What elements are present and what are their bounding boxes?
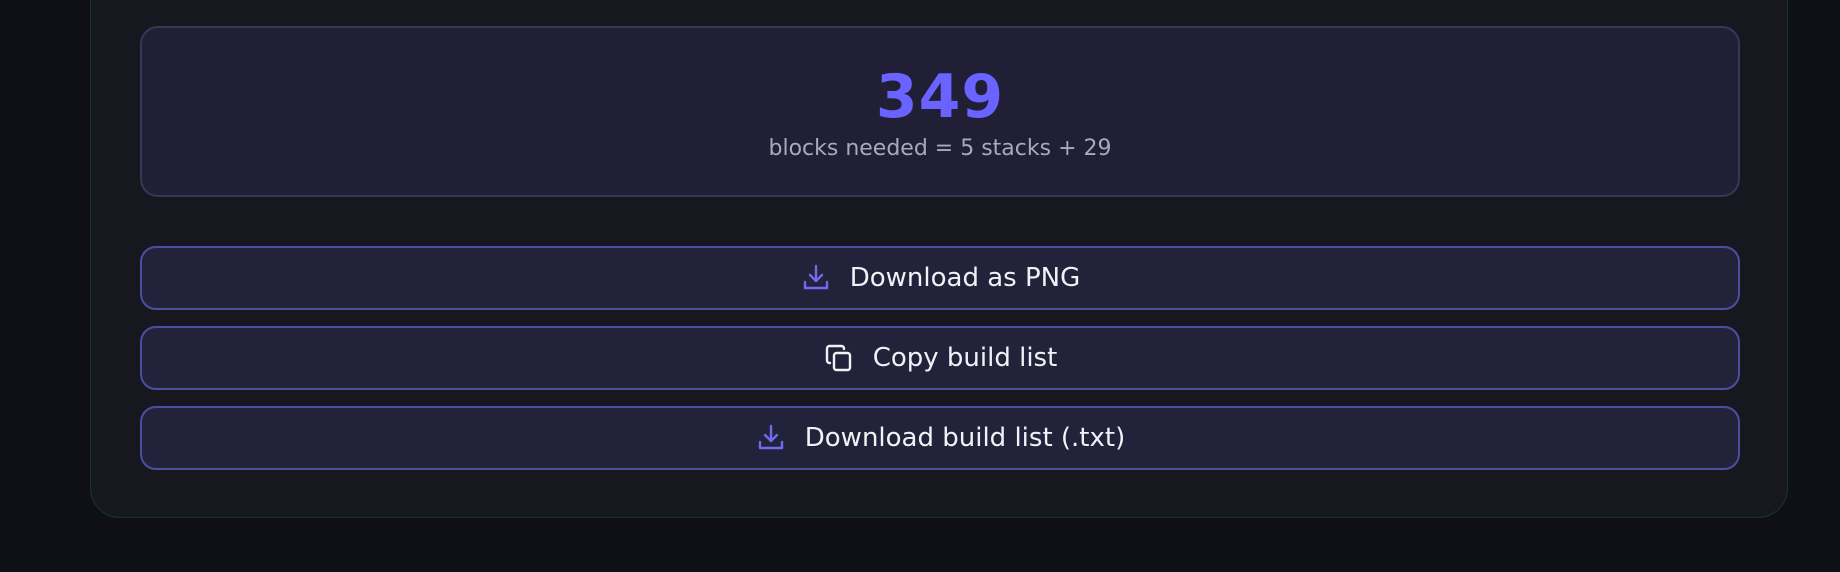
download-icon (800, 262, 832, 294)
blocks-breakdown: blocks needed = 5 stacks + 29 (768, 136, 1112, 161)
copy-icon (823, 342, 855, 374)
download-txt-label: Download build list (.txt) (804, 423, 1126, 453)
download-png-button[interactable]: Download as PNG (140, 246, 1740, 310)
blocks-summary-card: 349 blocks needed = 5 stacks + 29 (140, 26, 1740, 197)
download-png-label: Download as PNG (849, 263, 1081, 293)
copy-build-list-button[interactable]: Copy build list (140, 326, 1740, 390)
download-icon (755, 422, 787, 454)
copy-build-list-label: Copy build list (872, 343, 1058, 373)
download-txt-button[interactable]: Download build list (.txt) (140, 406, 1740, 470)
blocks-count: 349 (875, 62, 1005, 132)
